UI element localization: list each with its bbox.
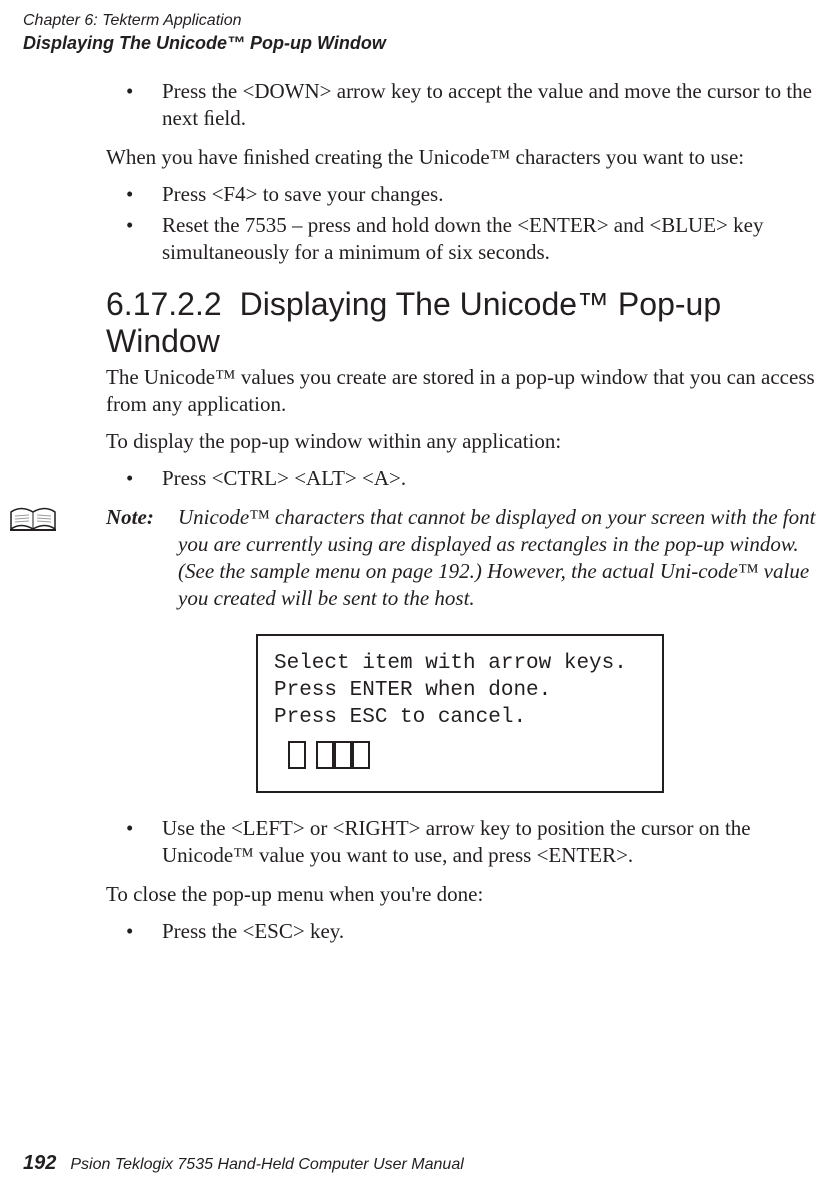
list-item: Reset the 7535 – press and hold down the… xyxy=(106,212,826,266)
page-content: Press the <DOWN> arrow key to accept the… xyxy=(106,78,826,957)
open-book-icon xyxy=(8,506,58,536)
page-number: 192 xyxy=(23,1152,56,1174)
paragraph: To display the pop-up window within any … xyxy=(106,428,826,455)
page-footer: 192 Psion Teklogix 7535 Hand-Held Compute… xyxy=(23,1152,464,1175)
list-item: Use the <LEFT> or <RIGHT> arrow key to p… xyxy=(106,815,826,869)
bullet-list-3: Press <CTRL> <ALT> <A>. xyxy=(106,465,826,492)
placeholder-glyph-icon xyxy=(352,741,370,769)
sample-line: Select item with arrow keys. xyxy=(274,650,646,677)
sample-line: Press ENTER when done. xyxy=(274,677,646,704)
paragraph: To close the pop-up menu when you're don… xyxy=(106,881,826,908)
header-chapter: Chapter 6: Tekterm Application xyxy=(23,10,386,32)
header-section: Displaying The Unicode™ Pop-up Window xyxy=(23,32,386,54)
paragraph: The Unicode™ values you create are store… xyxy=(106,364,826,418)
running-header: Chapter 6: Tekterm Application Displayin… xyxy=(23,10,386,54)
list-item: Press <CTRL> <ALT> <A>. xyxy=(106,465,826,492)
note-text: Unicode™ characters that cannot be displ… xyxy=(178,504,826,612)
section-heading: 6.17.2.2Displaying The Unicode™ Pop-up W… xyxy=(106,286,826,360)
bullet-list-5: Press the <ESC> key. xyxy=(106,918,826,945)
sample-line: Press ESC to cancel. xyxy=(274,704,646,731)
bullet-list-1: Press the <DOWN> arrow key to accept the… xyxy=(106,78,826,132)
manual-title: Psion Teklogix 7535 Hand-Held Computer U… xyxy=(70,1156,463,1173)
placeholder-glyph-icon xyxy=(316,741,334,769)
list-item: Press <F4> to save your changes. xyxy=(106,181,826,208)
placeholder-glyph-icon xyxy=(288,741,306,769)
bullet-list-4: Use the <LEFT> or <RIGHT> arrow key to p… xyxy=(106,815,826,869)
note-label: Note: xyxy=(106,504,178,612)
note-block: Note: Unicode™ characters that cannot be… xyxy=(0,504,826,612)
page: Chapter 6: Tekterm Application Displayin… xyxy=(0,0,838,1197)
list-item: Press the <DOWN> arrow key to accept the… xyxy=(106,78,826,132)
list-item: Press the <ESC> key. xyxy=(106,918,826,945)
sample-glyph-row xyxy=(274,741,646,769)
sample-popup-box: Select item with arrow keys. Press ENTER… xyxy=(256,634,664,793)
heading-number: 6.17.2.2 xyxy=(106,286,222,322)
bullet-list-2: Press <F4> to save your changes. Reset t… xyxy=(106,181,826,266)
placeholder-glyph-icon xyxy=(334,741,352,769)
paragraph: When you have ﬁnished creating the Unico… xyxy=(106,144,826,171)
